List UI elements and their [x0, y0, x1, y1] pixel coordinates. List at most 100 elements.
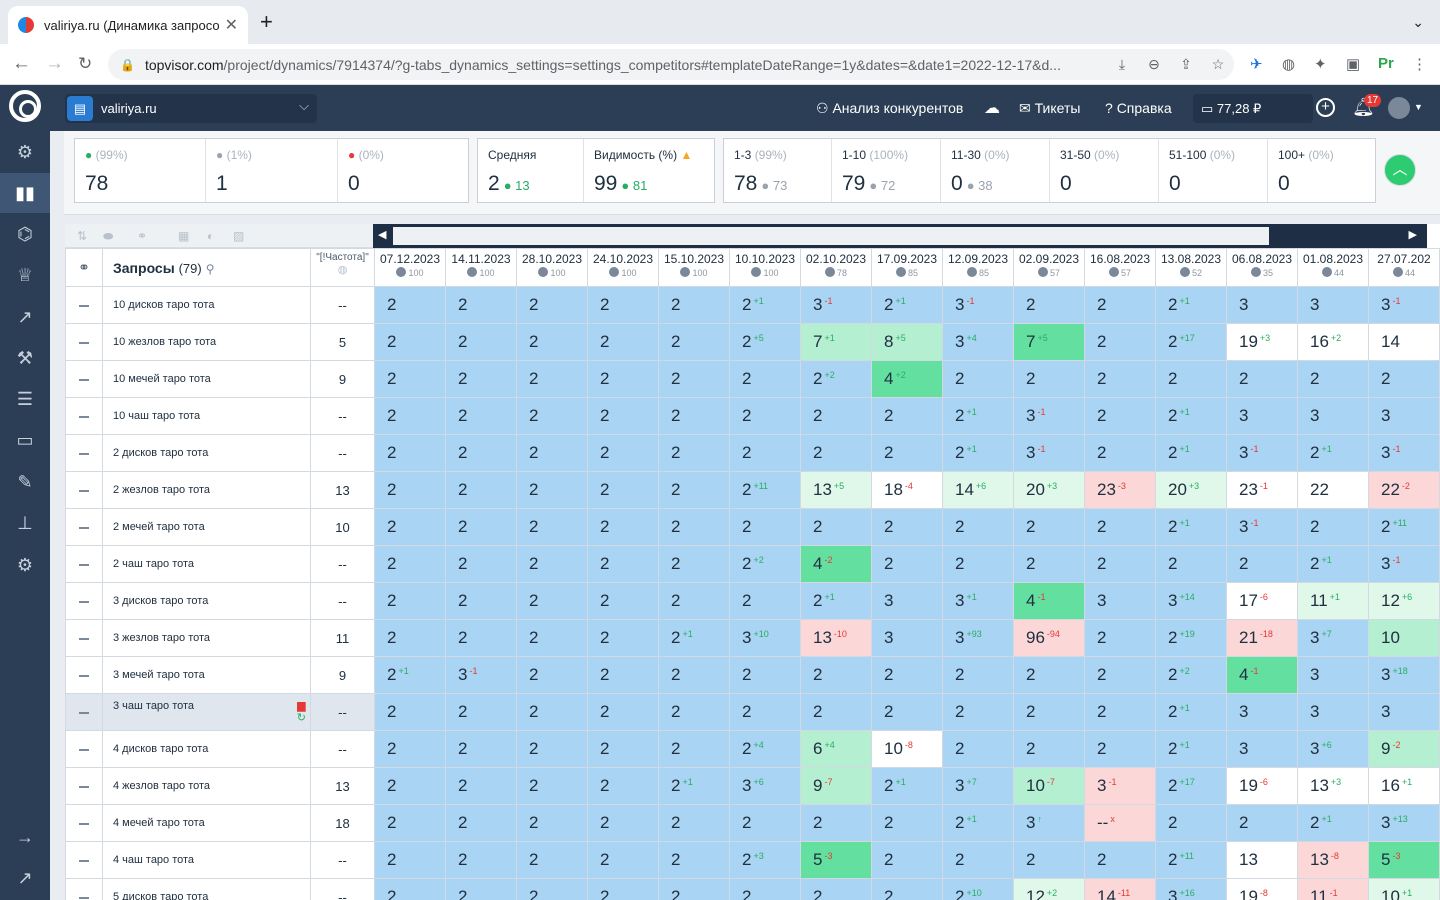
position-cell[interactable]: 2: [516, 545, 588, 583]
position-cell[interactable]: 3: [1297, 693, 1369, 731]
position-cell[interactable]: 4 +2: [871, 360, 943, 398]
position-cell[interactable]: 2: [800, 434, 872, 472]
position-cell[interactable]: 2: [658, 804, 730, 842]
position-cell[interactable]: 2: [800, 656, 872, 694]
position-cell[interactable]: 8 +5: [871, 323, 943, 361]
position-cell[interactable]: 3: [1297, 656, 1369, 694]
position-cell[interactable]: 2: [658, 397, 730, 435]
position-cell[interactable]: 2: [871, 434, 943, 472]
row-toggle[interactable]: [65, 767, 103, 805]
position-cell[interactable]: 2 +2: [729, 545, 801, 583]
date-column-header[interactable]: 10.10.2023 100: [729, 248, 801, 287]
position-cell[interactable]: 2: [800, 693, 872, 731]
position-cell[interactable]: 2 +2: [1155, 656, 1227, 694]
sort-icon[interactable]: ⇅: [77, 229, 87, 243]
table-row[interactable]: 2 жезлов таро тота 13 2 2 2 2 2 2 +11 13 +5 18 -4 14 +…: [65, 471, 1440, 509]
position-cell[interactable]: 2: [658, 323, 730, 361]
position-cell[interactable]: 2: [516, 841, 588, 879]
table-row[interactable]: 10 мечей таро тота 9 2 2 2 2 2 2 2 +2 4 +2 2 2 2 2 2 2 2: [65, 360, 1440, 398]
position-cell[interactable]: 9 -2: [1368, 730, 1440, 768]
query-cell[interactable]: 4 чаш таро тота: [102, 841, 311, 879]
position-cell[interactable]: 2: [729, 397, 801, 435]
date-column-header[interactable]: 17.09.2023 85: [871, 248, 943, 287]
position-cell[interactable]: 2: [1084, 619, 1156, 657]
position-cell[interactable]: 9 -7: [800, 767, 872, 805]
share-icon[interactable]: ⇪: [1170, 56, 1202, 73]
position-cell[interactable]: 3 +13: [1368, 804, 1440, 842]
position-cell[interactable]: 2: [516, 656, 588, 694]
position-cell[interactable]: 12 +6: [1368, 582, 1440, 620]
row-toggle[interactable]: [65, 286, 103, 324]
position-cell[interactable]: 2: [729, 508, 801, 546]
position-cell[interactable]: 2 +5: [729, 323, 801, 361]
position-cell[interactable]: 19 +3: [1226, 323, 1298, 361]
position-cell[interactable]: 3: [1368, 397, 1440, 435]
position-cell[interactable]: 2: [445, 619, 517, 657]
position-cell[interactable]: 3 +16: [1155, 878, 1227, 900]
query-cell[interactable]: 2 жезлов таро тота: [102, 471, 311, 509]
position-cell[interactable]: 2: [587, 804, 659, 842]
position-cell[interactable]: 3 +1: [942, 582, 1014, 620]
position-cell[interactable]: 23 -1: [1226, 471, 1298, 509]
install-icon[interactable]: ⤓: [1106, 56, 1138, 73]
position-cell[interactable]: 2: [374, 619, 446, 657]
position-cell[interactable]: 3 -1: [942, 286, 1014, 324]
position-cell[interactable]: 2: [729, 693, 801, 731]
position-cell[interactable]: 3: [1226, 693, 1298, 731]
date-column-header[interactable]: 14.11.2023 100: [445, 248, 517, 287]
position-cell[interactable]: 2: [658, 471, 730, 509]
position-cell[interactable]: 2: [1013, 841, 1085, 879]
position-cell[interactable]: 2 +17: [1155, 323, 1227, 361]
position-cell[interactable]: 2: [587, 434, 659, 472]
position-cell[interactable]: 2: [658, 434, 730, 472]
position-cell[interactable]: 2: [587, 730, 659, 768]
position-cell[interactable]: 2: [516, 767, 588, 805]
table-row[interactable]: 4 мечей таро тота 18 2 2 2 2 2 2 2 2 2 +1 3 ↑ -- x 2 2 2 +1…: [65, 804, 1440, 842]
url-text[interactable]: topvisor.com/project/dynamics/7914374/?g…: [145, 57, 1106, 73]
browser-menu-icon[interactable]: ⋮: [1412, 55, 1427, 73]
position-cell[interactable]: 2: [942, 508, 1014, 546]
position-cell[interactable]: 2: [374, 804, 446, 842]
position-cell[interactable]: 2 +19: [1155, 619, 1227, 657]
position-cell[interactable]: 2: [587, 508, 659, 546]
nav-trophy-icon[interactable]: ♕: [0, 255, 50, 295]
position-cell[interactable]: 2: [942, 841, 1014, 879]
date-column-header[interactable]: 16.08.2023 57: [1084, 248, 1156, 287]
position-cell[interactable]: 2: [374, 545, 446, 583]
position-cell[interactable]: 2: [1084, 841, 1156, 879]
nav-projects-icon[interactable]: ⚙: [0, 132, 50, 172]
balance-button[interactable]: ▭ 77,28 ₽: [1193, 94, 1313, 123]
image-icon[interactable]: ▨: [233, 229, 244, 243]
position-cell[interactable]: 2 +1: [942, 804, 1014, 842]
date-column-header[interactable]: 06.08.2023 35: [1226, 248, 1298, 287]
nav-expand-icon[interactable]: →: [0, 817, 50, 857]
position-cell[interactable]: 2 +1: [942, 397, 1014, 435]
position-cell[interactable]: 2: [516, 323, 588, 361]
position-cell[interactable]: 2: [445, 286, 517, 324]
position-cell[interactable]: 2 +1: [1297, 804, 1369, 842]
query-cell[interactable]: 3 дисков таро тота: [102, 582, 311, 620]
summary-up[interactable]: ● (99%) 78: [75, 139, 206, 202]
position-cell[interactable]: 2: [445, 508, 517, 546]
position-cell[interactable]: 2: [587, 323, 659, 361]
nav-structure-icon[interactable]: ⊥: [0, 503, 50, 543]
position-cell[interactable]: 2: [1013, 693, 1085, 731]
position-cell[interactable]: 20 +3: [1013, 471, 1085, 509]
position-cell[interactable]: 2 +1: [729, 286, 801, 324]
position-cell[interactable]: 2: [942, 545, 1014, 583]
extension-icon[interactable]: ✈: [1250, 55, 1263, 73]
query-cell[interactable]: 2 дисков таро тота: [102, 434, 311, 472]
position-cell[interactable]: 3 +18: [1368, 656, 1440, 694]
position-cell[interactable]: 2: [942, 730, 1014, 768]
position-cell[interactable]: 13 -10: [800, 619, 872, 657]
position-cell[interactable]: 2: [516, 397, 588, 435]
position-cell[interactable]: 2: [1084, 545, 1156, 583]
position-cell[interactable]: 2: [1226, 804, 1298, 842]
position-cell[interactable]: 2: [1297, 360, 1369, 398]
position-cell[interactable]: 3 ↑: [1013, 804, 1085, 842]
position-cell[interactable]: 2 +3: [729, 841, 801, 879]
date-column-header[interactable]: 07.12.2023 100: [374, 248, 446, 287]
position-cell[interactable]: 2: [658, 360, 730, 398]
position-cell[interactable]: 3: [1297, 286, 1369, 324]
position-cell[interactable]: 2: [445, 397, 517, 435]
